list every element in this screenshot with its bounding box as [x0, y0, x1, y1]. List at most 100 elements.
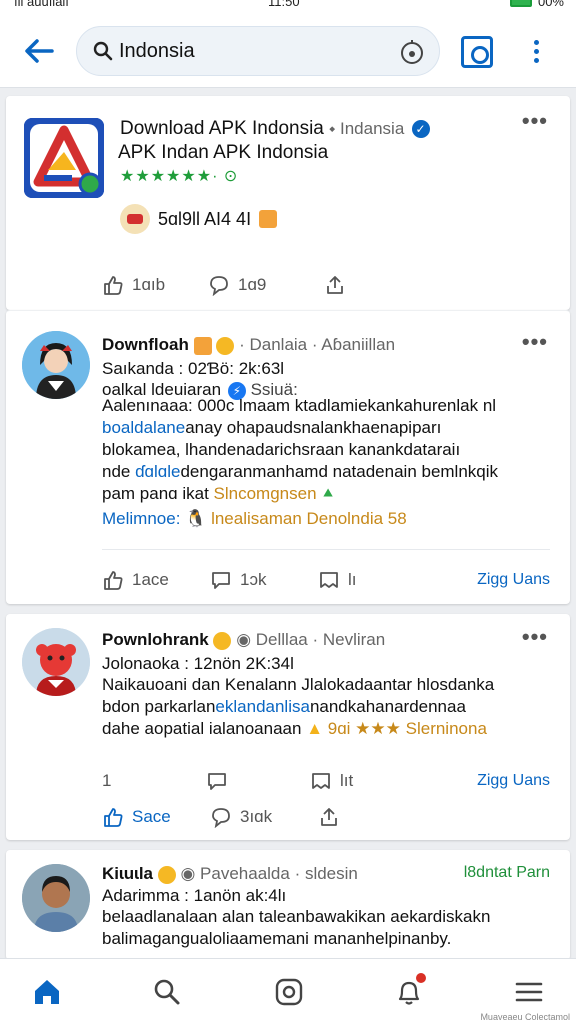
hashtag-link[interactable]: eklandanlisa	[215, 697, 310, 716]
like-button[interactable]: 1ɑıb	[102, 274, 208, 296]
app-logo-graphic	[24, 118, 104, 198]
author-meta-text: Delllaa · Nevliran	[255, 630, 386, 649]
body-gold-text: 9ɑi ★★★ Slerninona	[327, 719, 487, 738]
repost-label: lı	[348, 570, 357, 589]
follow-button[interactable]: Ziɡg Uans	[477, 772, 550, 790]
car-icon	[120, 204, 150, 234]
comment-label: 3ıɑk	[240, 807, 273, 826]
battery-level: 00%	[537, 0, 564, 9]
assistant-icon[interactable]	[399, 39, 425, 65]
app-title-text: Download APK Indonsia	[120, 118, 324, 139]
avatar[interactable]	[22, 864, 90, 932]
app-actions: 1ɑıb 1ɑ9	[102, 274, 346, 296]
signal-indicator: ıll auuılalı	[14, 0, 69, 9]
like-icon	[104, 276, 123, 295]
author-name: Downfloah	[102, 335, 189, 354]
more-options-icon[interactable]	[528, 38, 544, 66]
avatar-graphic	[22, 864, 90, 932]
like-label: 1ace	[132, 570, 169, 589]
status-bar: ıll auuılalı 11:50 00%	[0, 0, 576, 14]
author-name: Pownlohrank	[102, 630, 209, 649]
smile-icon	[216, 336, 235, 355]
card-menu-button[interactable]: •••	[522, 108, 548, 134]
smile-icon	[157, 865, 176, 884]
count-text: 1	[102, 771, 112, 790]
divider	[102, 549, 550, 550]
repost-icon	[312, 773, 330, 789]
post-card-3: Kiɩuɩla ◉ Pavehaalda · sldesin l8dntat P…	[6, 850, 570, 960]
search-icon[interactable]	[152, 977, 182, 1007]
author-name: Kiɩuɩla	[102, 864, 154, 883]
chip-text: 5ɑl9ll AI4 4I	[158, 208, 252, 229]
status-icons: 00%	[509, 0, 564, 9]
camera-icon[interactable]	[461, 36, 493, 68]
comment-button[interactable]	[206, 770, 310, 792]
like-count: 1ɑıb	[132, 275, 166, 294]
avatar[interactable]	[22, 331, 90, 399]
share-button[interactable]	[324, 274, 346, 296]
search-input[interactable]: Indonsia	[76, 26, 440, 76]
repost-label: lıt	[340, 771, 354, 790]
post-body: Naikauoani dan Kenalann Jlalokadaantar h…	[102, 674, 494, 740]
avatar[interactable]	[22, 628, 90, 696]
repost-button[interactable]: lıt	[310, 770, 353, 792]
hashtag-link[interactable]: boaldalane	[102, 418, 185, 437]
share-icon	[321, 808, 337, 826]
post-timestamp: Adarimma : 1anön ak:4lı	[102, 886, 287, 905]
app-logo-icon[interactable]	[24, 118, 104, 198]
body-line-3: dahe aopatial ialanoanaan ▲ 9ɑi ★★★ Sler…	[102, 718, 494, 740]
avatar-graphic	[22, 331, 90, 399]
body-line-1: belaadlanalaan alan taleanbawakikan aeka…	[102, 907, 491, 926]
post-menu-button[interactable]: •••	[522, 329, 548, 355]
notifications-button[interactable]	[394, 971, 428, 1007]
smile-icon	[213, 631, 232, 650]
footer-link[interactable]: Melimnoe:	[102, 509, 180, 528]
footer-gold-text: lnealisaman Denolndia 58	[211, 509, 407, 528]
back-arrow-icon[interactable]	[22, 34, 56, 68]
search-icon	[93, 41, 113, 61]
post-actions: 1ace 1ɔk lı	[102, 569, 357, 591]
comment-label: 1ɔk	[240, 570, 267, 589]
save-button[interactable]: Sace	[102, 806, 210, 828]
author-meta: · Danlaia · Aɓaniillan	[239, 335, 396, 354]
post-author[interactable]: Downfloah · Danlaia · Aɓaniillan	[102, 335, 395, 355]
comment-icon	[212, 572, 230, 589]
post-card-1: Downfloah · Danlaia · Aɓaniillan Saıkand…	[6, 310, 570, 604]
comment-button[interactable]: 1ɑ9	[208, 274, 324, 296]
comment-icon	[208, 773, 226, 790]
pin-icon: 🐧	[185, 509, 207, 528]
app-title[interactable]: Download APK Indonsia ⬩ Indansia ✓	[120, 118, 430, 140]
app-source-text: Indansia	[340, 119, 405, 138]
comment-button[interactable]: 1ɔk	[210, 569, 318, 591]
comment-count: 1ɑ9	[238, 275, 267, 294]
post-icon[interactable]	[274, 977, 304, 1007]
menu-icon[interactable]	[514, 977, 544, 1007]
battery-icon	[509, 0, 532, 7]
share-icon	[327, 276, 343, 294]
watermark: Muaveaeu Colectamol	[480, 1012, 570, 1022]
follow-button[interactable]: l8dntat Parn	[464, 864, 550, 882]
post-actions-row-1: 1 lıt	[102, 770, 353, 792]
hashtag-link-2[interactable]: ɗɑlɑle	[135, 462, 180, 481]
comment-icon	[210, 276, 228, 296]
like-button[interactable]: 1ace	[102, 569, 210, 591]
app-subtitle: APK Indan APK Indonsia	[118, 142, 329, 163]
post-timestamp: Saıkanda : 02Ɓö: 2k:63l	[102, 359, 285, 378]
post-author[interactable]: Pownlohrank ◉ Delllaa · Nevliran	[102, 630, 385, 650]
rating-stars: ★★★★★★· ⊙	[120, 168, 239, 185]
app-chip[interactable]: 5ɑl9ll AI4 4I	[120, 204, 278, 234]
home-icon[interactable]	[32, 977, 62, 1007]
post-footer: Melimnoe: 🐧 lnealisaman Denolndia 58	[102, 509, 407, 529]
comment-icon	[212, 808, 230, 828]
repost-button[interactable]: lı	[318, 569, 357, 591]
body-line-1: Naikauoani dan Kenalann Jlalokadaantar h…	[102, 675, 495, 694]
share-button[interactable]	[318, 806, 340, 828]
post-author[interactable]: Kiɩuɩla ◉ Pavehaalda · sldesin	[102, 864, 358, 884]
comment-button-2[interactable]: 3ıɑk	[210, 806, 318, 828]
follow-button[interactable]: Ziɡg Uans	[477, 571, 550, 589]
post-menu-button[interactable]: •••	[522, 624, 548, 650]
app-source: ⬩ Indansia	[329, 119, 405, 138]
app-card: Download APK Indonsia ⬩ Indansia ✓ APK I…	[6, 96, 570, 310]
clock: 11:50	[268, 0, 300, 9]
body-line-2: bdon parkarlaneklandanlisanandkahanarden…	[102, 697, 466, 716]
